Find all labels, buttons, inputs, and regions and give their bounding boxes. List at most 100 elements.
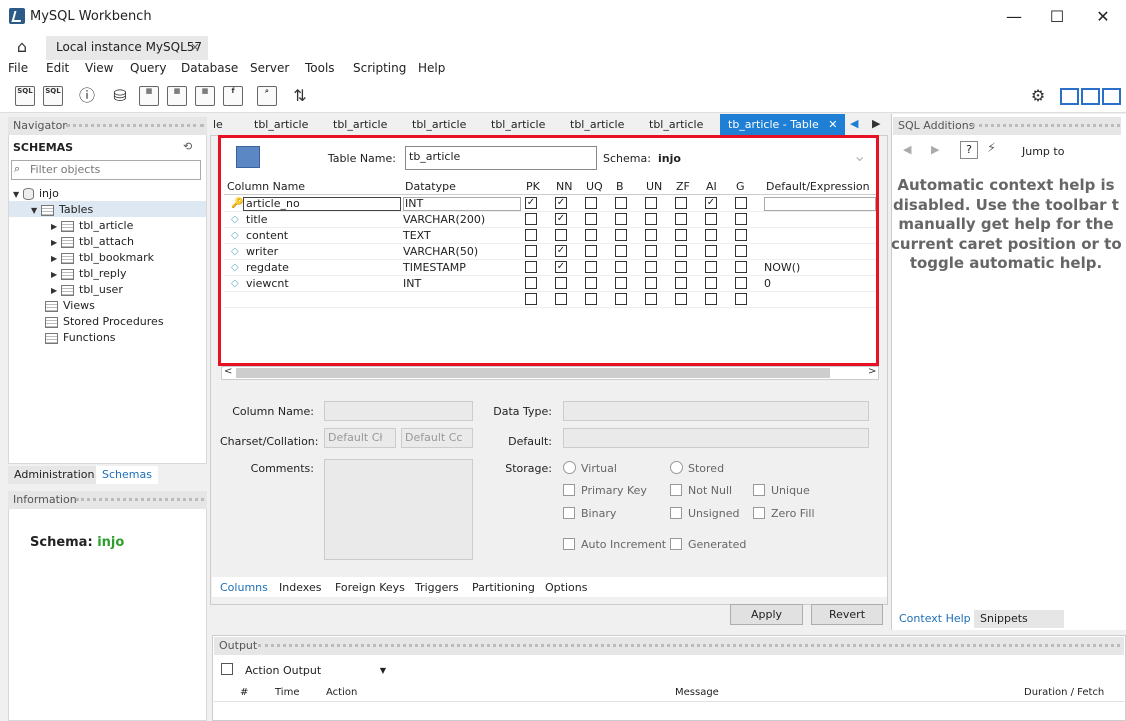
- column-flag-checkbox[interactable]: [525, 213, 537, 225]
- output-col-time[interactable]: Time: [275, 687, 299, 698]
- column-flag-checkbox[interactable]: [645, 197, 657, 209]
- new-sql-tab-icon[interactable]: SQL: [15, 86, 35, 106]
- output-col-duration[interactable]: Duration / Fetch: [1024, 687, 1104, 698]
- datatype-cell[interactable]: VARCHAR(200): [403, 213, 485, 226]
- open-sql-script-icon[interactable]: SQL: [43, 86, 63, 106]
- column-flag-checkbox[interactable]: [555, 277, 567, 289]
- column-flag-checkbox[interactable]: [735, 261, 747, 273]
- column-flag-checkbox[interactable]: ✓: [525, 197, 537, 209]
- collation-select[interactable]: Default Cc: [401, 428, 473, 448]
- tab-columns[interactable]: Columns: [220, 581, 268, 594]
- editor-tab[interactable]: tbl_article: [570, 114, 624, 135]
- connection-tab[interactable]: Local instance MySQL57 ×: [46, 36, 208, 60]
- column-flag-checkbox[interactable]: ✓: [555, 197, 567, 209]
- column-name-cell[interactable]: article_no: [243, 197, 401, 211]
- collapse-arrow-icon[interactable]: ▼: [31, 203, 41, 219]
- expand-arrow-icon[interactable]: ▶: [51, 283, 61, 299]
- column-flag-checkbox[interactable]: [525, 293, 537, 305]
- minimize-button[interactable]: —: [1003, 6, 1025, 28]
- tab-schemas[interactable]: Schemas: [96, 466, 158, 484]
- tree-item-stored-procedures[interactable]: Stored Procedures: [45, 314, 164, 330]
- scrollbar-thumb[interactable]: [236, 368, 830, 378]
- column-flag-checkbox[interactable]: [705, 213, 717, 225]
- reconnect-icon[interactable]: ⇅: [290, 86, 310, 106]
- close-window-button[interactable]: ✕: [1092, 6, 1114, 28]
- expand-arrow-icon[interactable]: ▶: [51, 251, 61, 267]
- column-name-cell[interactable]: viewcnt: [243, 277, 289, 290]
- column-flag-checkbox[interactable]: [645, 229, 657, 241]
- create-procedure-icon[interactable]: ▦: [195, 86, 215, 106]
- column-flag-checkbox[interactable]: [525, 245, 537, 257]
- menu-file[interactable]: File: [8, 61, 28, 75]
- not-null-checkbox[interactable]: [670, 484, 682, 496]
- zero-fill-checkbox[interactable]: [753, 507, 765, 519]
- create-view-icon[interactable]: ▦: [167, 86, 187, 106]
- editor-tab[interactable]: tbl_article: [649, 114, 703, 135]
- tree-item-tables[interactable]: ▼ Tables: [31, 202, 93, 218]
- generated-checkbox[interactable]: [670, 538, 682, 550]
- default-cell[interactable]: 0: [764, 277, 771, 290]
- create-table-icon[interactable]: ▦: [139, 86, 159, 106]
- tree-item-functions[interactable]: Functions: [45, 330, 116, 346]
- tab-administration[interactable]: Administration: [8, 466, 101, 484]
- editor-tab[interactable]: tbl_article: [491, 114, 545, 135]
- column-flag-checkbox[interactable]: [645, 245, 657, 257]
- col-header-zf[interactable]: ZF: [676, 180, 690, 193]
- column-flag-checkbox[interactable]: [735, 293, 747, 305]
- column-flag-checkbox[interactable]: [705, 261, 717, 273]
- col-header-g[interactable]: G: [736, 180, 745, 193]
- editor-tab[interactable]: le: [213, 114, 223, 135]
- default-cell[interactable]: NOW(): [764, 261, 800, 274]
- column-flag-checkbox[interactable]: ✓: [555, 261, 567, 273]
- column-name-cell[interactable]: title: [243, 213, 268, 226]
- column-flag-checkbox[interactable]: [705, 229, 717, 241]
- menu-edit[interactable]: Edit: [46, 61, 69, 75]
- column-flag-checkbox[interactable]: [735, 213, 747, 225]
- active-editor-tab[interactable]: tb_article - Table ✕: [720, 114, 846, 135]
- col-header-datatype[interactable]: Datatype: [405, 180, 456, 193]
- col-header-uq[interactable]: UQ: [586, 180, 603, 193]
- column-flag-checkbox[interactable]: [585, 197, 597, 209]
- column-flag-checkbox[interactable]: [735, 197, 747, 209]
- manual-help-icon[interactable]: ?: [960, 141, 978, 159]
- tree-item-table[interactable]: ▶ tbl_bookmark: [51, 250, 154, 266]
- column-flag-checkbox[interactable]: [615, 293, 627, 305]
- back-arrow-icon[interactable]: ◀: [903, 143, 911, 156]
- column-name-cell[interactable]: writer: [243, 245, 278, 258]
- dropdown-arrow-icon[interactable]: ▼: [380, 661, 386, 681]
- charset-select[interactable]: Default Cł: [324, 428, 396, 448]
- create-function-icon[interactable]: f: [223, 86, 243, 106]
- col-header-pk[interactable]: PK: [526, 180, 540, 193]
- filter-objects-input[interactable]: Filter objects: [11, 160, 201, 180]
- scroll-left-icon[interactable]: <: [224, 366, 232, 377]
- close-tab-icon[interactable]: ✕: [828, 118, 837, 131]
- col-header-ai[interactable]: AI: [706, 180, 717, 193]
- copy-icon[interactable]: [221, 663, 233, 675]
- tab-foreign-keys[interactable]: Foreign Keys: [335, 581, 405, 594]
- schema-node-injo[interactable]: ▼ injo: [13, 186, 59, 202]
- create-schema-icon[interactable]: ⛁: [110, 86, 130, 106]
- datatype-cell[interactable]: INT: [403, 197, 521, 211]
- column-flag-checkbox[interactable]: [645, 213, 657, 225]
- home-icon[interactable]: ⌂: [12, 38, 32, 56]
- column-flag-checkbox[interactable]: [705, 245, 717, 257]
- comments-textarea[interactable]: [324, 459, 473, 560]
- tab-scroll-left-icon[interactable]: ◀: [850, 117, 858, 130]
- inspector-icon[interactable]: ⓘ: [77, 86, 97, 106]
- tree-item-table[interactable]: ▶ tbl_attach: [51, 234, 134, 250]
- datatype-cell[interactable]: VARCHAR(50): [403, 245, 478, 258]
- column-flag-checkbox[interactable]: [615, 245, 627, 257]
- column-name-cell[interactable]: regdate: [243, 261, 289, 274]
- tab-context-help[interactable]: Context Help: [893, 610, 971, 628]
- column-flag-checkbox[interactable]: [615, 277, 627, 289]
- column-flag-checkbox[interactable]: [645, 261, 657, 273]
- unsigned-checkbox[interactable]: [670, 507, 682, 519]
- column-flag-checkbox[interactable]: [675, 245, 687, 257]
- column-flag-checkbox[interactable]: ✓: [705, 197, 717, 209]
- refresh-schemas-icon[interactable]: ⟲: [183, 140, 192, 153]
- column-flag-checkbox[interactable]: [585, 229, 597, 241]
- default-cell[interactable]: [764, 197, 876, 211]
- expand-arrow-icon[interactable]: ▶: [51, 219, 61, 235]
- col-header-default[interactable]: Default/Expression: [766, 180, 870, 193]
- column-flag-checkbox[interactable]: [675, 277, 687, 289]
